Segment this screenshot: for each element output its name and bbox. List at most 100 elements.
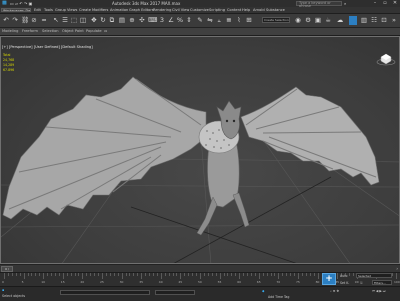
grid-setting-field[interactable] — [155, 290, 195, 295]
perspective-viewport[interactable] — [0, 36, 400, 264]
track-minor-tick — [58, 273, 60, 276]
select-object-icon[interactable]: ↖ — [52, 16, 60, 24]
menu-help[interactable]: Help — [242, 7, 250, 13]
edit-named-selection-icon[interactable]: ✎ — [196, 16, 204, 24]
menu-graph-editors[interactable]: Graph Editors — [129, 7, 154, 13]
track-minor-tick — [215, 273, 217, 276]
window-crossing-icon[interactable]: ◫ — [79, 16, 87, 24]
selection-set-field[interactable]: Selected — [356, 273, 392, 278]
scene-explorer-icon[interactable]: ☷ — [370, 16, 378, 24]
ribbon-tab-modeling[interactable]: Modeling — [2, 28, 18, 35]
track-minor-tick — [176, 273, 178, 276]
track-tick-label: 90 — [354, 280, 359, 284]
layer-explorer-icon[interactable]: ≣ — [225, 16, 233, 24]
redo-icon[interactable]: ↷ — [11, 16, 19, 24]
menu-tools[interactable]: Tools — [44, 7, 53, 13]
zoom-controls[interactable]: ⌕ ⊕ ✥ — [330, 289, 339, 293]
material-editor-icon[interactable]: ◉ — [294, 16, 302, 24]
rendered-frame-icon[interactable]: ▣ — [314, 16, 322, 24]
track-tick-label: 35 — [139, 280, 144, 284]
mirror-icon[interactable]: ⇋ — [206, 16, 214, 24]
render-production-icon[interactable]: ☕ — [324, 16, 332, 24]
angle-snap-icon[interactable]: ∠ — [167, 16, 175, 24]
ribbon-tab-populate[interactable]: Populate — [86, 28, 102, 35]
selection-set-dropdown[interactable]: Create Selection Set — [262, 17, 290, 23]
menu-animation[interactable]: Animation — [110, 7, 128, 13]
quick-access-icons[interactable]: ▭ ▱ ↶ ↷ ▣ — [10, 0, 32, 7]
percent-snap-icon[interactable]: % — [176, 16, 184, 24]
bat-model[interactable] — [2, 76, 380, 236]
app-logo-icon[interactable]: ▩ — [2, 0, 7, 7]
time-tag-icon[interactable]: ◆ — [262, 289, 264, 293]
render-in-cloud-icon[interactable]: ☁ — [336, 16, 344, 24]
workspace-dropdown[interactable]: Workspaces: Default — [1, 8, 31, 12]
add-time-tag-label[interactable]: Add Time Tag — [268, 295, 289, 299]
maximize-button[interactable]: ▫ — [380, 0, 390, 7]
menu-civil-view[interactable]: Civil View — [172, 7, 189, 13]
track-minor-tick — [66, 273, 68, 276]
move-icon[interactable]: ✥ — [90, 16, 98, 24]
menu-content[interactable]: Content — [227, 7, 241, 13]
ribbon-tab-object-paint[interactable]: Object Paint — [62, 28, 84, 35]
curve-editor-icon[interactable]: ⌇ — [235, 16, 243, 24]
search-input[interactable]: Type a keyword or phrase — [296, 1, 342, 8]
viewport-layout-icon[interactable]: ▥ — [360, 16, 368, 24]
menu-modifiers[interactable]: Modifiers — [92, 7, 108, 13]
key-filters-button[interactable]: Filters... — [372, 280, 392, 285]
ribbon-collapse-icon[interactable]: ▭ — [104, 28, 107, 35]
track-minor-tick — [227, 273, 229, 276]
track-minor-tick — [78, 273, 80, 276]
menu-create[interactable]: Create — [79, 7, 91, 13]
menu-rendering[interactable]: Rendering — [153, 7, 171, 13]
set-key-label[interactable]: Set K. — [340, 281, 349, 285]
menu-arnold[interactable]: Arnold — [253, 7, 265, 13]
rectangular-selection-icon[interactable]: ⬚ — [70, 16, 78, 24]
menu-substance[interactable]: Substance — [266, 7, 285, 13]
spinner-snap-icon[interactable]: ⇕ — [185, 16, 193, 24]
close-button[interactable]: ✕ — [390, 0, 400, 7]
undo-icon[interactable]: ↶ — [2, 16, 10, 24]
auto-key-label[interactable]: Auto — [340, 274, 347, 278]
toolbar-options-icon[interactable]: » — [390, 16, 398, 24]
set-key-icon[interactable]: ⚿ — [360, 281, 362, 285]
snaps-toggle-icon[interactable]: 3 — [158, 16, 166, 24]
select-manipulate-icon[interactable]: ✣ — [138, 16, 146, 24]
maxscript-listener-icon[interactable]: ▪ — [2, 288, 4, 292]
track-tick-label: 50 — [198, 280, 202, 284]
viewport-label[interactable]: [+] [Perspective] [User Defined] [Defaul… — [2, 45, 93, 49]
ribbon-tab-freeform[interactable]: Freeform — [22, 28, 38, 35]
reference-coordinate-icon[interactable]: ▤ — [118, 16, 126, 24]
menu-group[interactable]: Group — [55, 7, 66, 13]
ribbon-tab-selection[interactable]: Selection — [42, 28, 59, 35]
schematic-view-icon[interactable]: ⊞ — [245, 16, 253, 24]
menu-edit[interactable]: Edit — [34, 7, 41, 13]
add-key-button[interactable]: + — [322, 273, 336, 285]
search-icon[interactable]: ⌕ — [344, 0, 346, 7]
menu-scripting[interactable]: Scripting — [209, 7, 225, 13]
link-icon[interactable]: ⛓ — [21, 16, 29, 24]
align-icon[interactable]: ⫠ — [215, 16, 223, 24]
menu-customize[interactable]: Customize — [190, 7, 209, 13]
minimize-button[interactable]: – — [370, 0, 380, 7]
track-tick — [23, 273, 25, 279]
track-minor-tick — [392, 273, 394, 276]
viewcube-icon[interactable] — [376, 52, 396, 66]
grid-axis-x — [130, 206, 297, 263]
track-tick — [141, 273, 143, 279]
time-slider-next-icon[interactable]: › — [396, 266, 398, 271]
select-by-name-icon[interactable]: ☰ — [61, 16, 69, 24]
render-message-icon[interactable]: ⊡ — [380, 16, 388, 24]
bind-space-warp-icon[interactable]: ≈ — [40, 16, 48, 24]
track-minor-tick — [192, 273, 194, 276]
menu-views[interactable]: Views — [67, 7, 77, 13]
a360-button[interactable] — [349, 16, 357, 25]
track-tick-label: 75 — [296, 280, 300, 284]
rotate-icon[interactable]: ↻ — [99, 16, 107, 24]
keyboard-shortcut-icon[interactable]: ⌨ — [148, 16, 157, 24]
unlink-icon[interactable]: ⊘ — [30, 16, 38, 24]
render-setup-icon[interactable]: ⚙ — [304, 16, 312, 24]
pivot-center-icon[interactable]: ⊕ — [128, 16, 136, 24]
scale-icon[interactable]: ⧉ — [108, 16, 116, 24]
coordinate-display[interactable] — [60, 290, 150, 295]
playback-controls[interactable]: ⏮ ◀ ▶ ⏭ — [372, 289, 386, 293]
